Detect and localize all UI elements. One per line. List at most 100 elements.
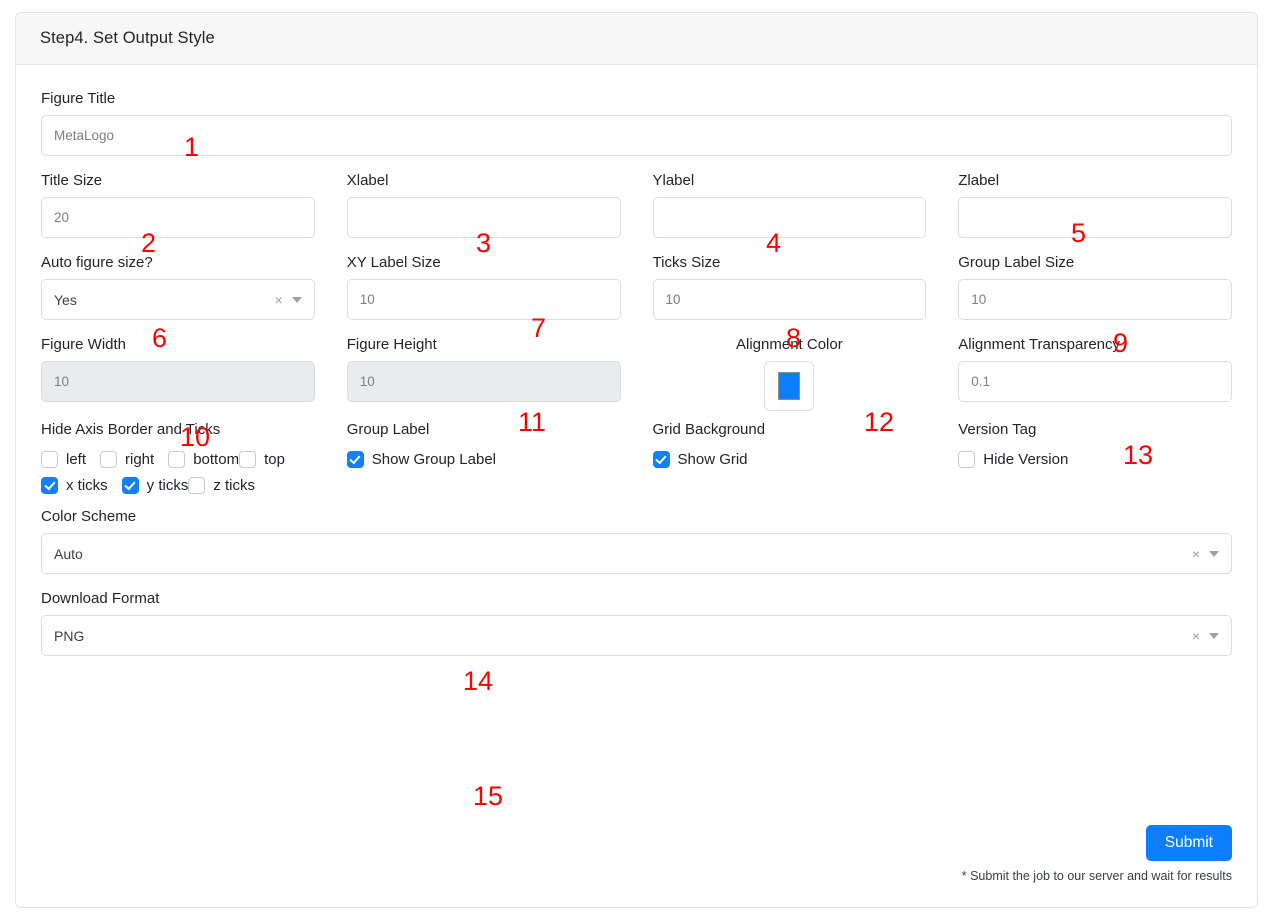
checkbox-box[interactable] <box>41 451 58 468</box>
checkbox-x-ticks[interactable]: x ticks <box>41 477 108 494</box>
group-label-list: Show Group Label <box>346 451 617 468</box>
submit-area: Submit * Submit the job to our server an… <box>962 825 1232 883</box>
version-tag-list: Hide Version <box>958 451 1228 468</box>
field-figure-title: Figure Title <box>41 89 1232 156</box>
field-title-size: Title Size <box>41 171 315 238</box>
row-checkbox-groups: Hide Axis Border and Ticks left right bo… <box>41 421 1232 494</box>
checkbox-box[interactable] <box>121 477 139 494</box>
auto-figure-size-label: Auto figure size? <box>41 254 153 271</box>
checkbox-show-group-label[interactable]: Show Group Label <box>346 451 496 468</box>
grid-background-list: Show Grid <box>652 451 923 468</box>
auto-figure-size-value: Yes <box>54 291 77 308</box>
checkbox-box[interactable] <box>41 477 58 494</box>
version-tag-heading: Version Tag <box>958 421 1037 438</box>
checkbox-box[interactable] <box>958 451 976 468</box>
checkbox-show-grid[interactable]: Show Grid <box>652 451 748 468</box>
color-scheme-select[interactable]: Auto × <box>41 533 1232 574</box>
figure-title-input[interactable] <box>41 115 1232 156</box>
field-download-format: Download Format PNG × <box>41 589 1232 656</box>
checkbox-z-ticks[interactable]: z ticks <box>188 477 255 494</box>
group-label-size-label: Group Label Size <box>958 254 1075 271</box>
group-group-label: Group Label Show Group Label <box>346 421 621 494</box>
checkbox-box[interactable] <box>239 451 257 468</box>
checkbox-label: z ticks <box>213 477 256 494</box>
checkbox-bottom[interactable]: bottom <box>168 451 239 468</box>
checkbox-label: Hide Version <box>983 451 1069 468</box>
ticks-size-label: Ticks Size <box>652 254 721 271</box>
checkbox-label: y ticks <box>146 477 189 494</box>
ylabel-input[interactable] <box>652 197 927 238</box>
submit-button[interactable]: Submit <box>1145 825 1232 861</box>
checkbox-right[interactable]: right <box>100 451 154 468</box>
checkbox-box[interactable] <box>652 451 670 468</box>
row-labels: Title Size Xlabel Ylabel Zlabel <box>41 171 1232 253</box>
chevron-down-icon[interactable] <box>1209 632 1219 639</box>
alignment-transparency-label: Alignment Transparency <box>958 336 1120 353</box>
field-auto-figure-size: Auto figure size? Yes × <box>41 253 315 320</box>
checkbox-label: top <box>264 451 285 468</box>
field-figure-width: Figure Width <box>41 335 315 411</box>
alignment-color-preview <box>778 372 801 400</box>
field-zlabel: Zlabel <box>958 171 1232 238</box>
checkbox-box[interactable] <box>168 451 186 468</box>
group-grid-background: Grid Background Show Grid <box>652 421 927 494</box>
group-label-size-input[interactable] <box>958 279 1232 320</box>
field-ylabel: Ylabel <box>652 171 927 238</box>
checkbox-left[interactable]: left <box>41 451 86 468</box>
hide-axis-list: left right bottom top x ticks y ticks z … <box>41 451 311 494</box>
checkbox-hide-version[interactable]: Hide Version <box>958 451 1068 468</box>
field-alignment-transparency: Alignment Transparency <box>958 335 1232 411</box>
ylabel-label: Ylabel <box>652 172 695 189</box>
figure-width-input[interactable] <box>41 361 315 402</box>
checkbox-label: Show Group Label <box>371 451 496 468</box>
checkbox-y-ticks[interactable]: y ticks <box>121 477 189 494</box>
checkbox-label: x ticks <box>66 477 108 494</box>
title-size-input[interactable] <box>41 197 315 238</box>
color-scheme-value: Auto <box>54 545 83 562</box>
ticks-size-input[interactable] <box>652 279 927 320</box>
checkbox-top[interactable]: top <box>239 451 285 468</box>
group-version-tag: Version Tag Hide Version <box>958 421 1232 494</box>
grid-background-heading: Grid Background <box>652 421 766 438</box>
xlabel-label: Xlabel <box>346 172 389 189</box>
group-label-heading: Group Label <box>346 421 430 438</box>
clear-icon[interactable]: × <box>1185 547 1207 561</box>
checkbox-box[interactable] <box>346 451 364 468</box>
checkbox-label: left <box>66 451 87 468</box>
alignment-color-label: Alignment Color <box>736 336 843 353</box>
card-header: Step4. Set Output Style <box>16 13 1257 65</box>
checkbox-box[interactable] <box>100 451 118 468</box>
figure-title-label: Figure Title <box>41 90 116 107</box>
field-figure-height: Figure Height <box>346 335 621 411</box>
figure-height-label: Figure Height <box>346 336 437 353</box>
title-size-label: Title Size <box>41 172 103 189</box>
page-title: Step4. Set Output Style <box>40 29 215 47</box>
hide-axis-label: Hide Axis Border and Ticks <box>41 421 221 438</box>
clear-icon[interactable]: × <box>268 293 290 307</box>
field-alignment-color: Alignment Color <box>653 335 927 411</box>
checkbox-box[interactable] <box>188 477 206 494</box>
alignment-color-swatch[interactable] <box>764 361 815 411</box>
field-color-scheme: Color Scheme Auto × <box>41 507 1232 574</box>
output-style-card: Step4. Set Output Style Figure Title Tit… <box>15 12 1258 908</box>
color-scheme-label: Color Scheme <box>41 508 137 525</box>
auto-figure-size-select[interactable]: Yes × <box>41 279 315 320</box>
chevron-down-icon[interactable] <box>1209 550 1219 557</box>
figure-height-input[interactable] <box>346 361 621 402</box>
download-format-select[interactable]: PNG × <box>41 615 1232 656</box>
field-xlabel: Xlabel <box>346 171 621 238</box>
download-format-label: Download Format <box>41 590 160 607</box>
xy-label-size-input[interactable] <box>346 279 621 320</box>
alignment-transparency-input[interactable] <box>958 361 1232 402</box>
xy-label-size-label: XY Label Size <box>346 254 441 271</box>
zlabel-input[interactable] <box>958 197 1232 238</box>
card-body: Figure Title Title Size Xlabel Ylabel Zl… <box>16 65 1257 656</box>
checkbox-label: Show Grid <box>677 451 748 468</box>
download-format-value: PNG <box>54 627 85 644</box>
field-ticks-size: Ticks Size <box>652 253 927 320</box>
chevron-down-icon[interactable] <box>291 296 302 303</box>
field-xy-label-size: XY Label Size <box>346 253 621 320</box>
xlabel-input[interactable] <box>346 197 621 238</box>
checkbox-label: bottom <box>193 451 240 468</box>
clear-icon[interactable]: × <box>1185 629 1207 643</box>
